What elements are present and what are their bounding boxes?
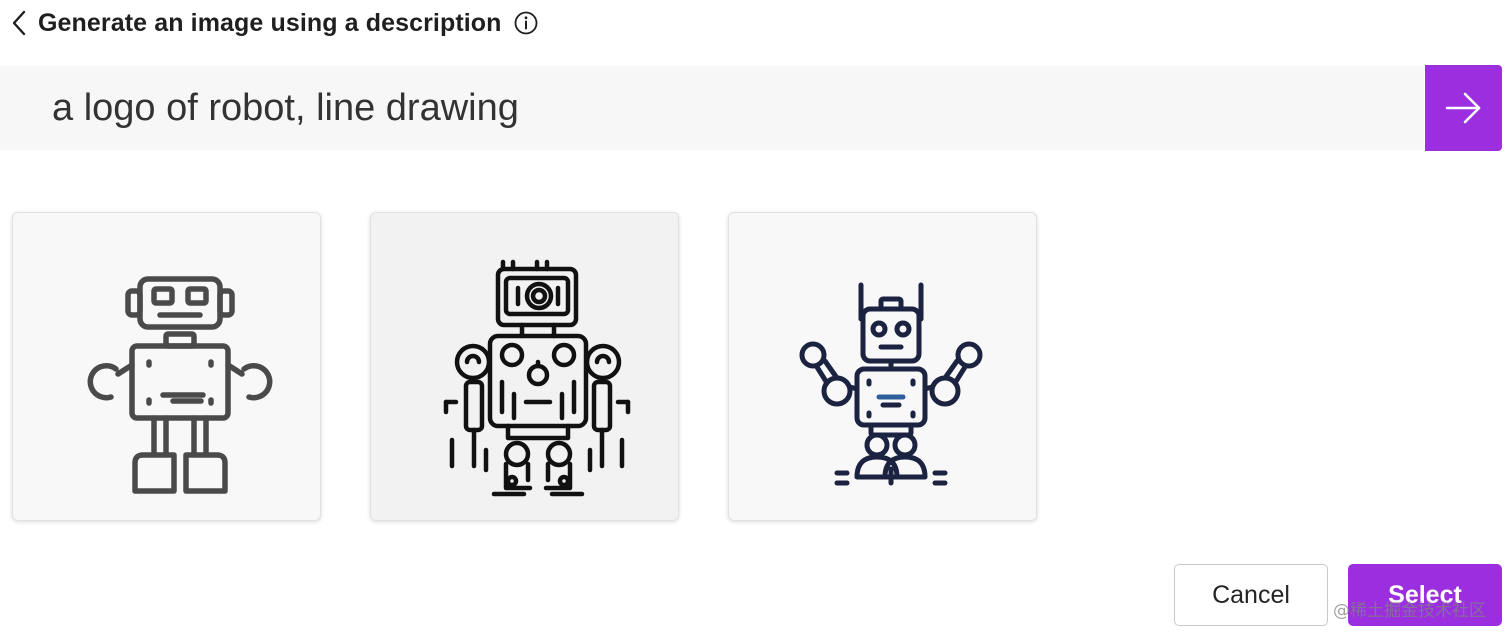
robot-image-2 [443,259,630,496]
generate-image-dialog: Generate an image using a description a … [0,0,1512,637]
back-button[interactable] [0,0,38,46]
prompt-bar [0,66,1424,150]
select-button[interactable]: Select [1348,564,1502,626]
cancel-button[interactable]: Cancel [1174,564,1328,626]
robot-image-1 [87,275,272,494]
generated-image-card-2[interactable] [370,212,679,521]
info-icon[interactable] [513,10,539,36]
dialog-title: Generate an image using a description [38,8,502,37]
dialog-header: Generate an image using a description [0,0,539,46]
generate-button[interactable] [1425,65,1502,151]
chevron-left-icon [12,10,26,36]
generated-image-card-1[interactable] [12,212,321,521]
robot-image-3 [799,282,982,485]
prompt-input[interactable] [52,86,1382,130]
arrow-right-icon [1445,92,1480,124]
generated-image-card-3[interactable] [728,212,1037,521]
